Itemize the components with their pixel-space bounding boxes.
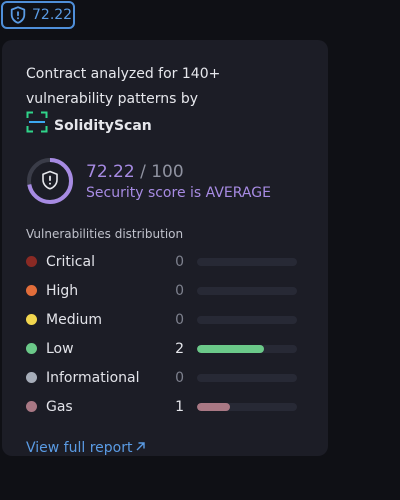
- severity-label: Medium: [46, 311, 102, 328]
- brand-name: SolidityScan: [54, 118, 152, 134]
- shield-alert-icon: [42, 170, 58, 190]
- severity-count: 0: [175, 369, 184, 386]
- severity-dot: [26, 256, 37, 267]
- distribution-list: Critical 0 High 0 Medium 0 Low 2 Informational 0 G…: [26, 247, 304, 421]
- badge-score: 72.22: [32, 7, 73, 23]
- severity-dot: [26, 314, 37, 325]
- score-summary: 72.22 / 100 Security score is AVERAGE: [26, 157, 304, 205]
- severity-label: Informational: [46, 369, 140, 386]
- distribution-title: Vulnerabilities distribution: [26, 227, 184, 241]
- severity-label: Low: [46, 340, 74, 357]
- solidityscan-popover-root: 72.22 Contract analyzed for 140+ vulnera…: [0, 0, 400, 500]
- severity-count: 0: [175, 311, 184, 328]
- score-line: 72.22 / 100: [86, 162, 271, 182]
- severity-dot: [26, 343, 37, 354]
- analysis-intro-text: Contract analyzed for 140+ vulnerability…: [26, 66, 221, 107]
- score-value: 72.22: [86, 161, 135, 182]
- shield-alert-icon: [10, 6, 26, 24]
- distribution-row-critical: Critical 0: [26, 247, 304, 276]
- score-text: 72.22 / 100 Security score is AVERAGE: [86, 162, 271, 201]
- scan-frame-icon: [26, 111, 48, 142]
- security-score-badge[interactable]: 72.22: [1, 1, 75, 29]
- severity-label: High: [46, 282, 79, 299]
- severity-bar-fill: [197, 344, 264, 353]
- severity-bar: [197, 344, 297, 353]
- severity-count: 0: [175, 282, 184, 299]
- severity-bar: [197, 257, 297, 266]
- severity-dot: [26, 285, 37, 296]
- severity-label: Critical: [46, 253, 95, 270]
- distribution-row-high: High 0: [26, 276, 304, 305]
- distribution-row-informational: Informational 0: [26, 363, 304, 392]
- severity-dot: [26, 372, 37, 383]
- security-popover-card: Contract analyzed for 140+ vulnerability…: [2, 40, 328, 456]
- severity-dot: [26, 401, 37, 412]
- distribution-row-medium: Medium 0: [26, 305, 304, 334]
- severity-count: 2: [175, 340, 184, 357]
- severity-bar: [197, 402, 297, 411]
- solidityscan-brand: SolidityScan: [26, 111, 152, 142]
- severity-bar-fill: [197, 402, 231, 411]
- distribution-row-gas: Gas 1: [26, 392, 304, 421]
- distribution-row-low: Low 2: [26, 334, 304, 363]
- score-max: / 100: [140, 161, 184, 182]
- arrow-up-right-icon: [135, 440, 146, 456]
- severity-label: Gas: [46, 398, 73, 415]
- severity-count: 0: [175, 253, 184, 270]
- view-full-report-link[interactable]: View full report: [26, 440, 146, 456]
- report-link-label: View full report: [26, 440, 133, 456]
- score-ring: [27, 158, 73, 204]
- severity-bar: [197, 315, 297, 324]
- score-status: Security score is AVERAGE: [86, 184, 271, 201]
- severity-bar: [197, 373, 297, 382]
- severity-count: 1: [175, 398, 184, 415]
- severity-bar: [197, 286, 297, 295]
- analysis-intro: Contract analyzed for 140+ vulnerability…: [26, 62, 304, 143]
